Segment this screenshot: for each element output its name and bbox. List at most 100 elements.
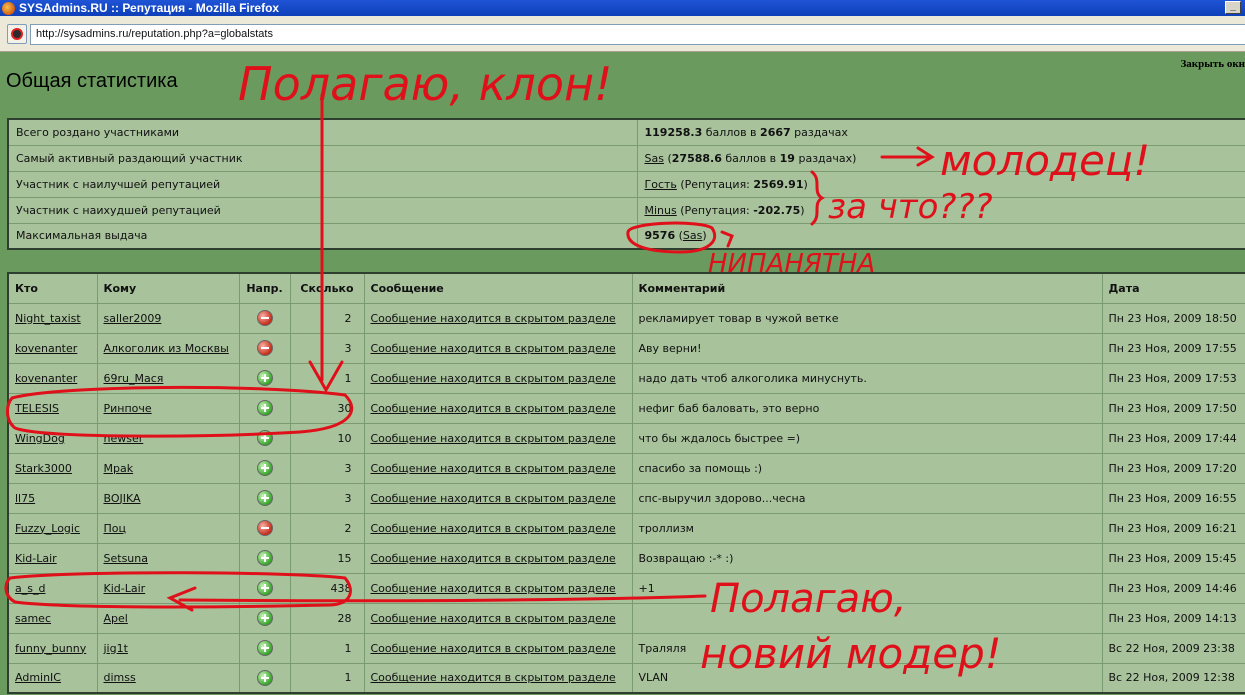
- cell-to: BOJIKA: [96, 482, 240, 514]
- cell-comment: рекламирует товар в чужой ветке: [631, 302, 1103, 334]
- cell-date: Вс 22 Ноя, 2009 23:38: [1101, 632, 1245, 664]
- to-link[interactable]: Алкоголик из Москвы: [104, 342, 229, 355]
- who-link[interactable]: Kid-Lair: [15, 552, 57, 565]
- cell-message: Сообщение находится в скрытом разделе: [363, 602, 633, 634]
- to-link[interactable]: Apel: [104, 612, 128, 625]
- to-link[interactable]: dimss: [104, 671, 136, 684]
- cell-date: Пн 23 Ноя, 2009 17:53: [1101, 362, 1245, 394]
- message-link[interactable]: Сообщение находится в скрытом разделе: [371, 642, 616, 655]
- cell-direction: [238, 542, 291, 574]
- col-date: Дата: [1101, 272, 1245, 304]
- stats-row: Самый активный раздающий участник Sas (2…: [7, 144, 1245, 172]
- who-link[interactable]: TELESIS: [15, 402, 59, 415]
- cell-comment: Аву верни!: [631, 332, 1103, 364]
- cell-date: Пн 23 Ноя, 2009 17:50: [1101, 392, 1245, 424]
- cell-comment: надо дать чтоб алкоголика минуснуть.: [631, 362, 1103, 394]
- cell-comment: Траляля: [631, 632, 1103, 664]
- who-link[interactable]: kovenanter: [15, 372, 77, 385]
- to-link[interactable]: newser: [104, 432, 144, 445]
- cell-amount: 2: [289, 512, 365, 544]
- col-comment: Комментарий: [631, 272, 1103, 304]
- cell-direction: [238, 452, 291, 484]
- message-link[interactable]: Сообщение находится в скрытом разделе: [371, 552, 616, 565]
- message-link[interactable]: Сообщение находится в скрытом разделе: [371, 342, 616, 355]
- plus-icon: [256, 669, 273, 686]
- cell-date: Пн 23 Ноя, 2009 17:44: [1101, 422, 1245, 454]
- table-row: Night_taxist saller2009 2 Сообщение находит…: [7, 302, 1245, 334]
- cell-comment: спасибо за помощь :): [631, 452, 1103, 484]
- cell-message: Сообщение находится в скрытом разделе: [363, 662, 633, 694]
- message-link[interactable]: Сообщение находится в скрытом разделе: [371, 582, 616, 595]
- col-direction: Напр.: [238, 272, 291, 304]
- stats-label: Всего роздано участниками: [7, 118, 638, 146]
- user-link[interactable]: Sas: [683, 229, 702, 242]
- to-link[interactable]: Kid-Lair: [104, 582, 146, 595]
- message-link[interactable]: Сообщение находится в скрытом разделе: [371, 522, 616, 535]
- to-link[interactable]: Setsuna: [104, 552, 148, 565]
- to-link[interactable]: 69ru_Мася: [104, 372, 164, 385]
- cell-message: Сообщение находится в скрытом разделе: [363, 362, 633, 394]
- who-link[interactable]: ll75: [15, 492, 35, 505]
- url-input[interactable]: http://sysadmins.ru/reputation.php?a=glo…: [30, 24, 1245, 45]
- cell-amount: 30: [289, 392, 365, 424]
- message-link[interactable]: Сообщение находится в скрытом разделе: [371, 402, 616, 415]
- cell-to: dimss: [96, 662, 240, 694]
- plus-icon: [256, 640, 273, 656]
- who-link[interactable]: kovenanter: [15, 342, 77, 355]
- to-link[interactable]: Поц: [104, 522, 127, 535]
- cell-message: Сообщение находится в скрытом разделе: [363, 302, 633, 334]
- message-link[interactable]: Сообщение находится в скрытом разделе: [371, 372, 616, 385]
- who-link[interactable]: Night_taxist: [15, 312, 81, 325]
- cell-who: samec: [7, 602, 98, 634]
- cell-comment: нефиг баб баловать, это верно: [631, 392, 1103, 424]
- message-link[interactable]: Сообщение находится в скрытом разделе: [371, 312, 616, 325]
- who-link[interactable]: AdminIC: [15, 671, 61, 684]
- message-link[interactable]: Сообщение находится в скрытом разделе: [371, 612, 616, 625]
- cell-who: Night_taxist: [7, 302, 98, 334]
- close-window-link[interactable]: Закрыть окн: [1181, 58, 1245, 70]
- cell-direction: [238, 602, 291, 634]
- firefox-icon: [2, 1, 15, 15]
- cell-who: kovenanter: [7, 362, 98, 394]
- to-link[interactable]: Ринпоче: [104, 402, 152, 415]
- reputation-table: Кто Кому Напр. Сколько Сообщение Коммент…: [7, 272, 1245, 694]
- cell-to: Apel: [96, 602, 240, 634]
- who-link[interactable]: WingDog: [15, 432, 65, 445]
- cell-amount: 10: [289, 422, 365, 454]
- cell-amount: 1: [289, 632, 365, 664]
- cell-message: Сообщение находится в скрытом разделе: [363, 482, 633, 514]
- cell-amount: 3: [289, 482, 365, 514]
- who-link[interactable]: Stark3000: [15, 462, 72, 475]
- who-link[interactable]: a_s_d: [15, 582, 45, 595]
- user-link[interactable]: Гость: [645, 178, 677, 191]
- table-row: WingDog newser 10 Сообщение находится в скр…: [7, 422, 1245, 454]
- stats-label: Участник с наихудшей репутацией: [7, 196, 638, 224]
- table-row: AdminIC dimss 1 Сообщение находится в скрыт…: [7, 662, 1245, 694]
- message-link[interactable]: Сообщение находится в скрытом разделе: [371, 462, 616, 475]
- to-link[interactable]: saller2009: [104, 312, 162, 325]
- user-link[interactable]: Minus: [645, 204, 677, 217]
- cell-amount: 28: [289, 602, 365, 634]
- col-message: Сообщение: [363, 272, 633, 304]
- stats-value: Гость (Репутация: 2569.91): [636, 170, 1245, 198]
- annotation-text: Полагаю, клон!: [238, 57, 613, 111]
- who-link[interactable]: Fuzzy_Logic: [15, 522, 80, 535]
- cell-who: Stark3000: [7, 452, 98, 484]
- to-link[interactable]: BOJIKA: [104, 492, 141, 505]
- user-link[interactable]: Sas: [645, 152, 664, 165]
- who-link[interactable]: samec: [15, 612, 51, 625]
- cell-who: Fuzzy_Logic: [7, 512, 98, 544]
- stats-table: Всего роздано участниками 119258.3 балло…: [7, 118, 1245, 250]
- cell-comment: троллизм: [631, 512, 1103, 544]
- message-link[interactable]: Сообщение находится в скрытом разделе: [371, 432, 616, 445]
- to-link[interactable]: jig1t: [104, 642, 128, 655]
- message-link[interactable]: Сообщение находится в скрытом разделе: [371, 492, 616, 505]
- minus-icon: [256, 520, 273, 536]
- plus-icon: [256, 460, 273, 476]
- who-link[interactable]: funny_bunny: [15, 642, 86, 655]
- message-link[interactable]: Сообщение находится в скрытом разделе: [371, 671, 616, 684]
- stats-row: Максимальная выдача 9576 (Sas): [7, 222, 1245, 250]
- minimize-button[interactable]: _: [1225, 1, 1241, 14]
- to-link[interactable]: Mpak: [104, 462, 134, 475]
- plus-icon: [256, 490, 273, 506]
